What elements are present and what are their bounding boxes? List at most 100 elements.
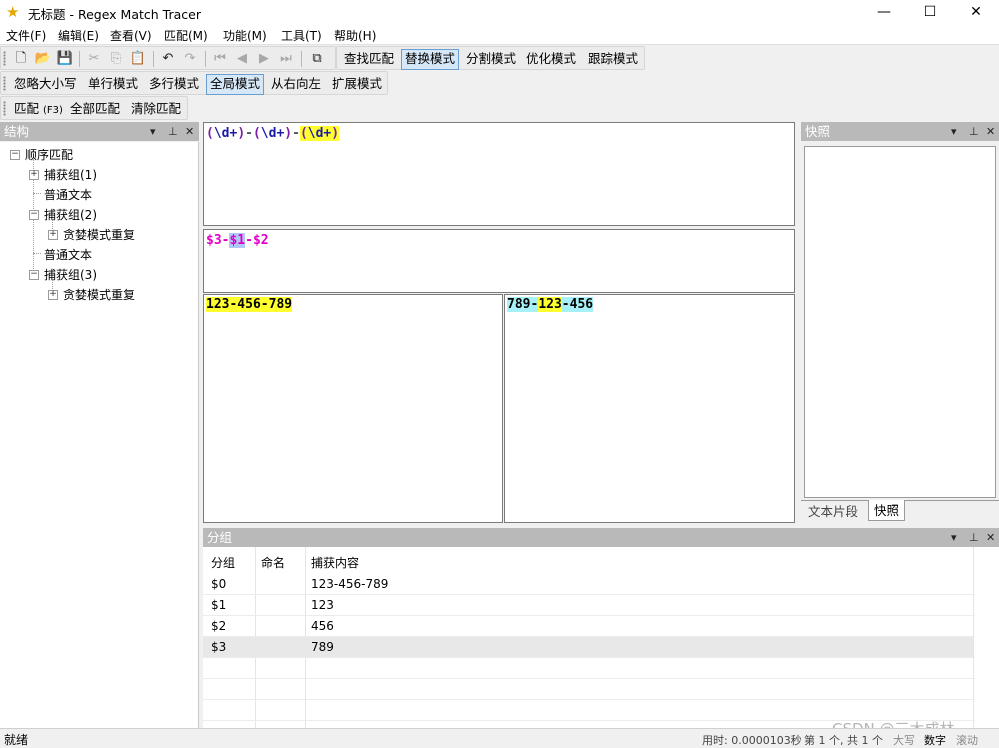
panel-menu-icon[interactable]: ▾ <box>951 122 957 141</box>
group-content: 456 <box>311 619 334 633</box>
regex-paren: ( <box>252 126 261 141</box>
panel-menu-icon[interactable]: ▾ <box>951 528 957 547</box>
new-file-icon[interactable]: 🗋 <box>12 50 30 68</box>
tree-node-greedy-repeat[interactable]: 贪婪模式重复 <box>63 286 135 303</box>
tree-node-sequence[interactable]: 顺序匹配 <box>25 146 73 163</box>
column-header-group[interactable]: 分组 <box>211 554 235 571</box>
snapshot-view[interactable] <box>804 146 996 498</box>
expand-toggle[interactable]: + <box>29 170 39 180</box>
menu-file[interactable]: 文件(F) <box>6 27 46 44</box>
first-match-icon[interactable]: ⏮ <box>211 50 229 68</box>
app-star-icon: ★ <box>6 3 20 21</box>
next-match-icon[interactable]: ▶ <box>255 50 273 68</box>
table-row[interactable]: $0 123-456-789 <box>203 574 973 594</box>
tree-node-group-1[interactable]: 捕获组(1) <box>44 166 97 183</box>
find-match-mode-button[interactable]: 查找匹配 <box>341 49 397 68</box>
replace-mode-button[interactable]: 替换模式 <box>401 49 460 70</box>
standard-toolbar: 🗋 📂 💾 ✂ ⎘ 📋 ↶ ↷ ⏮ ◀ ▶ ⏭ ⧉ <box>0 46 336 70</box>
optimize-mode-button[interactable]: 优化模式 <box>523 49 579 68</box>
collapse-toggle[interactable]: − <box>29 210 39 220</box>
group-id: $1 <box>211 598 227 612</box>
pin-icon[interactable]: ⊥ <box>168 122 178 141</box>
regex-paren-highlighted: ( <box>299 126 308 141</box>
toolbar-separator <box>79 51 80 67</box>
menu-help[interactable]: 帮助(H) <box>334 27 376 44</box>
tree-node-group-3[interactable]: 捕获组(3) <box>44 266 97 283</box>
expand-toggle[interactable]: + <box>48 290 58 300</box>
table-row[interactable]: $1 123 <box>203 595 973 615</box>
tree-node-greedy-repeat[interactable]: 贪婪模式重复 <box>63 226 135 243</box>
grid-row-divider <box>203 678 975 679</box>
toolbar-grip[interactable] <box>3 76 6 91</box>
maximize-button[interactable]: ☐ <box>907 0 953 24</box>
last-match-icon[interactable]: ⏭ <box>277 50 295 68</box>
multi-line-button[interactable]: 多行模式 <box>146 74 202 93</box>
clear-match-button[interactable]: 清除匹配 <box>128 99 184 118</box>
grid-row-divider <box>203 657 975 658</box>
toolbar-grip[interactable] <box>3 101 6 116</box>
match-shortcut: (F3) <box>43 105 63 116</box>
match-all-button[interactable]: 全部匹配 <box>67 99 123 118</box>
snapshot-panel-header: 快照 ▾ ⊥ ✕ <box>801 122 999 141</box>
menu-bar: 文件(F) 编辑(E) 查看(V) 匹配(M) 功能(M) 工具(T) 帮助(H… <box>0 24 999 45</box>
menu-match[interactable]: 匹配(M) <box>164 27 208 44</box>
minimize-button[interactable]: — <box>861 0 907 24</box>
pin-icon[interactable]: ⊥ <box>969 122 979 141</box>
snapshot-panel-title: 快照 <box>805 124 831 139</box>
tree-node-literal[interactable]: 普通文本 <box>44 186 92 203</box>
menu-edit[interactable]: 编辑(E) <box>58 27 99 44</box>
pin-icon[interactable]: ⊥ <box>969 528 979 547</box>
trace-mode-button[interactable]: 跟踪模式 <box>585 49 641 68</box>
tab-snapshot[interactable]: 快照 <box>868 500 906 521</box>
regex-literal: - <box>292 126 300 141</box>
paste-icon[interactable]: 📋 <box>129 50 147 68</box>
source-text-editor[interactable]: 123-456-789 <box>203 294 503 523</box>
prev-match-icon[interactable]: ◀ <box>233 50 251 68</box>
ignore-case-button[interactable]: 忽略大小写 <box>11 74 80 93</box>
groups-panel-title: 分组 <box>207 530 233 545</box>
redo-icon[interactable]: ↷ <box>181 50 199 68</box>
grid-row-divider <box>203 699 975 700</box>
single-line-button[interactable]: 单行模式 <box>85 74 141 93</box>
panel-close-icon[interactable]: ✕ <box>986 122 995 141</box>
result-text-editor[interactable]: 789-123-456 <box>504 294 795 523</box>
status-match-info: 第 1 个, 共 1 个 <box>804 734 883 747</box>
cut-icon[interactable]: ✂ <box>85 50 103 68</box>
save-icon[interactable]: 💾 <box>56 50 74 68</box>
replace-ref: $2 <box>252 233 269 248</box>
menu-function[interactable]: 功能(M) <box>223 27 267 44</box>
undo-icon[interactable]: ↶ <box>159 50 177 68</box>
match-button[interactable]: 匹配 (F3) <box>11 99 66 118</box>
regex-editor[interactable]: (\d+)-(\d+)-(\d+) <box>203 122 795 226</box>
panel-close-icon[interactable]: ✕ <box>986 528 995 547</box>
split-mode-button[interactable]: 分割模式 <box>463 49 519 68</box>
tree-node-group-2[interactable]: 捕获组(2) <box>44 206 97 223</box>
extended-mode-button[interactable]: 扩展模式 <box>329 74 385 93</box>
column-header-content[interactable]: 捕获内容 <box>311 554 359 571</box>
menu-view[interactable]: 查看(V) <box>110 27 152 44</box>
collapse-toggle[interactable]: − <box>10 150 20 160</box>
panel-close-icon[interactable]: ✕ <box>185 122 194 141</box>
copy-regex-icon[interactable]: ⧉ <box>308 50 326 68</box>
table-row-selected[interactable]: $3 789 <box>203 637 973 657</box>
tab-text-snippet[interactable]: 文本片段 <box>803 502 863 521</box>
menu-tools[interactable]: 工具(T) <box>281 27 322 44</box>
copy-icon[interactable]: ⎘ <box>107 50 125 68</box>
group-content: 123-456-789 <box>311 577 389 591</box>
close-button[interactable]: ✕ <box>953 0 999 24</box>
toolbar-grip[interactable] <box>3 51 6 66</box>
collapse-toggle[interactable]: − <box>29 270 39 280</box>
table-row[interactable]: $2 456 <box>203 616 973 636</box>
right-to-left-button[interactable]: 从右向左 <box>268 74 324 93</box>
snapshot-tabs: 文本片段 快照 <box>801 500 999 522</box>
open-folder-icon[interactable]: 📂 <box>34 50 52 68</box>
replacement-editor[interactable]: $3-$1-$2 <box>203 229 795 293</box>
panel-menu-icon[interactable]: ▾ <box>150 122 156 141</box>
tree-node-literal[interactable]: 普通文本 <box>44 246 92 263</box>
global-mode-button[interactable]: 全局模式 <box>206 74 265 95</box>
title-bar: ★ 无标题 - Regex Match Tracer — ☐ ✕ <box>0 0 999 24</box>
regex-class: \d+ <box>260 126 285 141</box>
expand-toggle[interactable]: + <box>48 230 58 240</box>
groups-panel-header: 分组 ▾ ⊥ ✕ <box>203 528 999 547</box>
column-header-name[interactable]: 命名 <box>261 554 285 571</box>
